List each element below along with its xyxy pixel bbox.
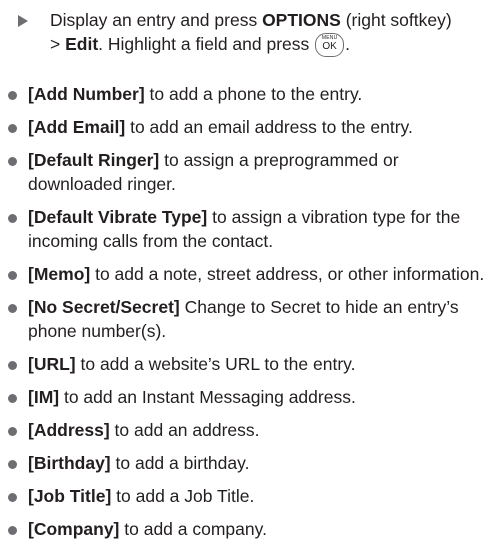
step-text-part: Display an entry and press [50,10,263,30]
field-label: [Default Ringer] [28,150,160,170]
bullet-dot-icon [8,526,17,535]
bullet-dot-icon [8,304,17,313]
bullet-dot-icon [8,427,17,436]
step-text-part: . Highlight a field and press [98,34,315,54]
field-options-list: [Add Number] to add a phone to the entry… [0,82,495,550]
bullet-dot-icon [8,394,17,403]
list-item: [Job Title] to add a Job Title. [0,484,495,508]
options-softkey-label: OPTIONS [262,10,341,30]
list-item: [IM] to add an Instant Messaging address… [0,385,495,409]
field-label: [Birthday] [28,453,111,473]
field-label: [URL] [28,354,76,374]
bullet-dot-icon [8,124,17,133]
bullet-dot-icon [8,157,17,166]
list-item: [Add Number] to add a phone to the entry… [0,82,495,106]
menu-path-arrow: > [50,34,61,54]
field-description: to add a note, street address, or other … [90,264,485,284]
field-label: [No Secret/Secret] [28,297,180,317]
bullet-dot-icon [8,271,17,280]
bullet-dot-icon [8,91,17,100]
edit-option-label: Edit [65,34,99,54]
bullet-dot-icon [8,460,17,469]
field-label: [Default Vibrate Type] [28,207,208,227]
step-text-part: . [345,34,351,54]
list-item: [Default Vibrate Type] to assign a vibra… [0,205,495,253]
bullet-dot-icon [8,214,17,223]
list-item: [Company] to add a company. [0,517,495,541]
field-description: to add a company. [119,519,267,539]
field-description: to add an email address to the entry. [125,117,413,137]
step-instruction: Display an entry and press OPTIONS (righ… [18,8,490,57]
bullet-dot-icon [8,493,17,502]
list-item: [URL] to add a website’s URL to the entr… [0,352,495,376]
field-label: [Add Email] [28,117,126,137]
field-label: [Add Number] [28,84,145,104]
list-item: [Default Ringer] to assign a preprogramm… [0,148,495,196]
bullet-dot-icon [8,361,17,370]
field-label: [Job Title] [28,486,112,506]
field-description: to add a birthday. [110,453,250,473]
field-description: to add an Instant Messaging address. [59,387,356,407]
field-description: to add a website’s URL to the entry. [75,354,356,374]
list-item: [Birthday] to add a birthday. [0,451,495,475]
manual-page: Display an entry and press OPTIONS (righ… [0,0,495,539]
list-item: [Address] to add an address. [0,418,495,442]
triangle-arrow-icon [18,15,28,27]
field-label: [Memo] [28,264,91,284]
field-label: [Company] [28,519,120,539]
menu-ok-key-icon: MENU OK [315,33,345,57]
ok-key-text: OK [322,41,337,52]
step-text-part: (right softkey) [340,10,452,30]
list-item: [Memo] to add a note, street address, or… [0,262,495,286]
step-text: Display an entry and press OPTIONS (righ… [50,8,490,57]
field-label: [IM] [28,387,60,407]
field-description: to add a phone to the entry. [144,84,363,104]
field-description: to add an address. [109,420,260,440]
list-item: [Add Email] to add an email address to t… [0,115,495,139]
list-item: [No Secret/Secret] Change to Secret to h… [0,295,495,343]
field-label: [Address] [28,420,110,440]
field-description: to add a Job Title. [111,486,255,506]
